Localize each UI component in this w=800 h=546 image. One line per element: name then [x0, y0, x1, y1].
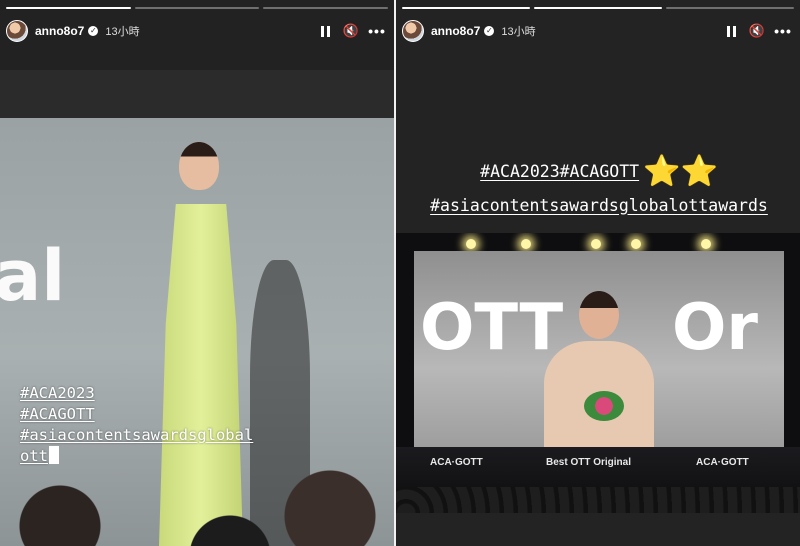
- post-time: 13小時: [105, 26, 140, 38]
- mute-icon: 🔇: [342, 23, 360, 38]
- more-options-button[interactable]: •••: [772, 20, 794, 42]
- hashtag-block: #ACA2023 #ACAGOTT #asiacontentsawardsglo…: [20, 383, 253, 467]
- more-icon: •••: [774, 23, 792, 39]
- hashtag-link[interactable]: #ACA2023: [20, 383, 253, 404]
- stage-screen: OTT Or: [414, 251, 784, 447]
- progress-bar: [402, 7, 794, 10]
- story-header: anno8o7 ✓ 13小時 🔇 •••: [402, 18, 794, 44]
- audience: [0, 466, 394, 546]
- username[interactable]: anno8o7: [35, 24, 84, 38]
- story-right[interactable]: anno8o7 ✓ 13小時 🔇 ••• #ACA2023#ACAGOTT ⭐⭐…: [394, 0, 800, 546]
- story-header: anno8o7 ✓ 13小時 🔇 •••: [6, 18, 388, 44]
- hashtag-text-row: ott: [20, 446, 253, 467]
- winner-figure: [544, 291, 654, 447]
- verified-badge-icon: ✓: [484, 26, 495, 36]
- story-photo: al: [0, 70, 394, 546]
- pause-icon: [320, 25, 330, 37]
- progress-bar: [6, 7, 389, 10]
- star-emoji-icon: ⭐⭐: [643, 154, 718, 188]
- screen-text-right: Or: [672, 291, 758, 365]
- pause-button[interactable]: [314, 20, 336, 42]
- stage-banner: ACA·GOTT: [430, 457, 483, 468]
- story-photo: OTT Or ACA·GOTT Best OTT Original ACA·GO…: [396, 233, 800, 513]
- stage-banner: ACA·GOTT: [696, 457, 749, 468]
- mute-button[interactable]: 🔇: [340, 20, 362, 42]
- mute-icon: 🔇: [748, 23, 766, 38]
- progress-segment: [263, 7, 389, 9]
- bouquet: [584, 391, 624, 421]
- progress-segment: [6, 7, 131, 9]
- mute-button[interactable]: 🔇: [746, 20, 768, 42]
- avatar[interactable]: [402, 20, 424, 42]
- hashtag-link[interactable]: #asiacontentsawardsglobal: [20, 425, 253, 446]
- progress-segment: [402, 7, 530, 9]
- screen-text-left: OTT: [420, 291, 564, 365]
- progress-segment: [666, 7, 794, 9]
- more-options-button[interactable]: •••: [366, 20, 388, 42]
- pause-icon: [726, 25, 736, 37]
- hashtag-link[interactable]: #asiacontentsawardsglobalottawards: [430, 196, 768, 215]
- hashtag-link[interactable]: #ACA2023#ACAGOTT: [480, 162, 639, 181]
- avatar[interactable]: [6, 20, 28, 42]
- verified-badge-icon: ✓: [88, 26, 99, 36]
- screen-text: al: [0, 235, 66, 317]
- audience: [396, 487, 800, 513]
- stage-light: [631, 239, 641, 249]
- stage-light: [521, 239, 531, 249]
- username[interactable]: anno8o7: [431, 24, 480, 38]
- hashtag-link[interactable]: #ACAGOTT: [20, 404, 253, 425]
- stage-banner: Best OTT Original: [546, 457, 632, 468]
- progress-segment: [134, 7, 260, 9]
- stage-light: [466, 239, 476, 249]
- hashtag-text-fragment: ott: [20, 447, 48, 465]
- stage-light: [701, 239, 711, 249]
- post-time: 13小時: [501, 26, 536, 38]
- progress-segment: [534, 7, 662, 9]
- pause-button[interactable]: [720, 20, 742, 42]
- stage-light: [591, 239, 601, 249]
- hashtag-block: #ACA2023#ACAGOTT ⭐⭐ #asiacontentsawardsg…: [396, 154, 800, 222]
- text-cursor: [49, 446, 59, 464]
- more-icon: •••: [368, 23, 386, 39]
- story-left[interactable]: anno8o7 ✓ 13小時 🔇 ••• al #ACA2023 #ACAGOT…: [0, 0, 394, 546]
